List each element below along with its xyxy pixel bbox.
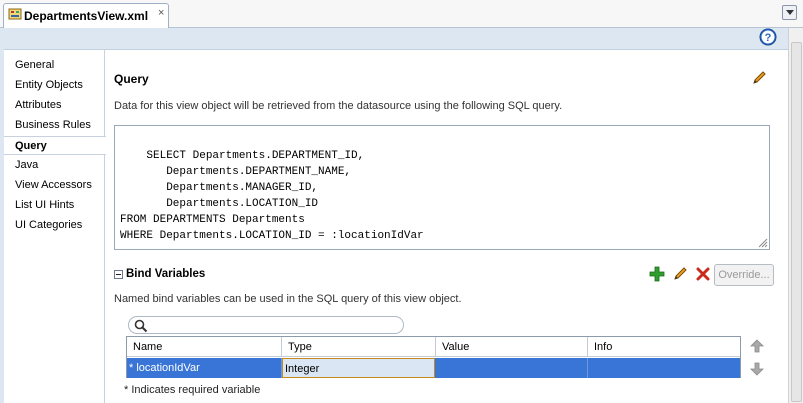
move-down-icon[interactable] bbox=[749, 361, 765, 377]
sql-text: SELECT Departments.DEPARTMENT_ID, Depart… bbox=[120, 150, 424, 242]
collapse-icon[interactable] bbox=[114, 270, 123, 279]
nav-item-list-ui-hints[interactable]: List UI Hints bbox=[4, 196, 105, 215]
cell-value[interactable] bbox=[436, 358, 588, 378]
bind-variable-search[interactable] bbox=[128, 316, 404, 334]
bind-variables-title: Bind Variables bbox=[126, 268, 206, 280]
help-bar bbox=[4, 28, 788, 50]
nav-item-ui-categories[interactable]: UI Categories bbox=[4, 216, 105, 235]
edit-pencil-icon[interactable] bbox=[672, 266, 688, 282]
scrollbar-thumb[interactable] bbox=[791, 42, 802, 402]
search-input[interactable] bbox=[151, 318, 397, 332]
cell-type[interactable]: Integer bbox=[282, 358, 435, 378]
tab-title: DepartmentsView.xml bbox=[24, 9, 149, 23]
column-header-name[interactable]: Name bbox=[127, 337, 282, 357]
tab-departments-view[interactable]: DepartmentsView.xml × bbox=[3, 3, 169, 28]
editor-nav: General Entity Objects Attributes Busine… bbox=[4, 50, 106, 403]
column-header-value[interactable]: Value bbox=[436, 337, 588, 357]
delete-icon[interactable] bbox=[695, 266, 711, 282]
bind-variables-table: Name Type Value Info * locationIdVar Int… bbox=[126, 336, 741, 378]
nav-item-attributes[interactable]: Attributes bbox=[4, 96, 105, 115]
nav-item-query[interactable]: Query bbox=[4, 136, 106, 155]
column-header-info[interactable]: Info bbox=[588, 337, 740, 357]
sql-query-editor[interactable]: SELECT Departments.DEPARTMENT_ID, Depart… bbox=[114, 125, 770, 250]
override-button[interactable]: Override... bbox=[714, 264, 774, 286]
xml-file-icon bbox=[8, 7, 22, 21]
bind-variables-description: Named bind variables can be used in the … bbox=[114, 293, 462, 305]
move-up-icon[interactable] bbox=[749, 338, 765, 354]
resize-grip-icon[interactable] bbox=[758, 238, 768, 248]
help-icon[interactable]: ? bbox=[759, 28, 777, 46]
query-section-title: Query bbox=[114, 72, 149, 86]
column-header-type[interactable]: Type bbox=[282, 337, 436, 357]
svg-text:?: ? bbox=[765, 32, 772, 44]
cell-info[interactable] bbox=[588, 358, 740, 378]
nav-item-business-rules[interactable]: Business Rules bbox=[4, 116, 105, 135]
nav-item-general[interactable]: General bbox=[4, 56, 105, 75]
query-panel: Query Data for this view object will be … bbox=[106, 50, 788, 403]
table-row[interactable]: * locationIdVar Integer bbox=[127, 358, 740, 378]
vertical-scrollbar[interactable] bbox=[788, 28, 803, 403]
tab-menu-icon[interactable] bbox=[782, 5, 797, 20]
nav-item-java[interactable]: Java bbox=[4, 156, 105, 175]
close-icon[interactable]: × bbox=[158, 7, 164, 19]
required-footnote: * Indicates required variable bbox=[124, 384, 261, 396]
editor-tab-strip: DepartmentsView.xml × bbox=[0, 0, 803, 28]
search-icon bbox=[134, 319, 148, 333]
nav-item-entity-objects[interactable]: Entity Objects bbox=[4, 76, 105, 95]
query-description: Data for this view object will be retrie… bbox=[114, 100, 563, 112]
edit-pencil-icon[interactable] bbox=[751, 70, 767, 86]
add-icon[interactable] bbox=[649, 266, 665, 282]
cell-name[interactable]: * locationIdVar bbox=[127, 358, 282, 378]
nav-item-view-accessors[interactable]: View Accessors bbox=[4, 176, 105, 195]
